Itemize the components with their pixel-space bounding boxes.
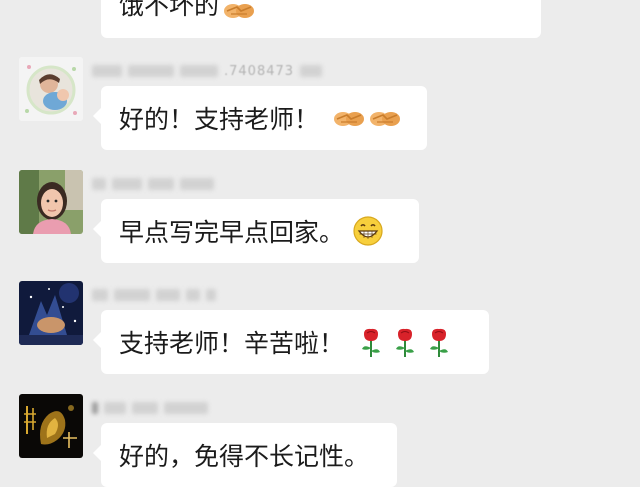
redacted-name <box>156 289 180 301</box>
redacted-name <box>132 402 158 414</box>
redacted-name <box>180 178 214 190</box>
message-text: 早点写完早点回家。 <box>119 218 345 247</box>
message-bubble[interactable]: 好的！支持老师！ <box>93 86 427 150</box>
redacted-name <box>92 289 108 301</box>
handshake-icon <box>333 106 365 130</box>
redacted-name <box>148 178 174 190</box>
redacted-name <box>186 289 200 301</box>
redacted-name <box>300 65 323 77</box>
message-text: 好的！支持老师！ <box>119 105 320 134</box>
redacted-name <box>128 65 174 77</box>
redacted-name <box>164 402 208 414</box>
redacted-name <box>92 65 122 77</box>
message-text: 好的，免得不长记性。 <box>119 442 370 471</box>
redacted-name <box>180 65 218 77</box>
message-bubble[interactable]: 饿不坏的 <box>101 0 541 38</box>
message-text: 支持老师！辛苦啦！ <box>119 329 345 358</box>
redacted-name <box>92 178 106 190</box>
sender-name: .7408473 <box>92 63 323 79</box>
avatar[interactable] <box>19 394 83 458</box>
sender-id-text: .7408473 <box>224 63 295 79</box>
rose-icon <box>358 326 384 358</box>
message-bubble[interactable]: 好的，免得不长记性。 <box>93 423 397 487</box>
redacted-name <box>112 178 142 190</box>
chat-message-list[interactable]: 饿不坏的 .7408473 好的！支持老师！ 早点写完早点回家。 支持老师！辛苦… <box>0 0 640 487</box>
avatar[interactable] <box>19 281 83 345</box>
message-bubble[interactable]: 早点写完早点回家。 <box>93 199 419 263</box>
message-bubble[interactable]: 支持老师！辛苦啦！ <box>93 310 489 374</box>
rose-icon <box>392 326 418 358</box>
message-text: 饿不坏的 <box>119 0 220 20</box>
avatar[interactable] <box>19 170 83 234</box>
avatar[interactable] <box>19 57 83 121</box>
redacted-name <box>206 289 216 301</box>
handshake-icon <box>223 0 255 22</box>
rose-icon <box>426 326 452 358</box>
sender-name <box>92 176 214 192</box>
redacted-name <box>114 289 150 301</box>
redacted-name <box>92 402 98 414</box>
sender-name <box>92 400 208 416</box>
grin-icon <box>352 215 384 247</box>
sender-name <box>92 287 216 303</box>
handshake-icon <box>369 106 401 130</box>
redacted-name <box>104 402 126 414</box>
